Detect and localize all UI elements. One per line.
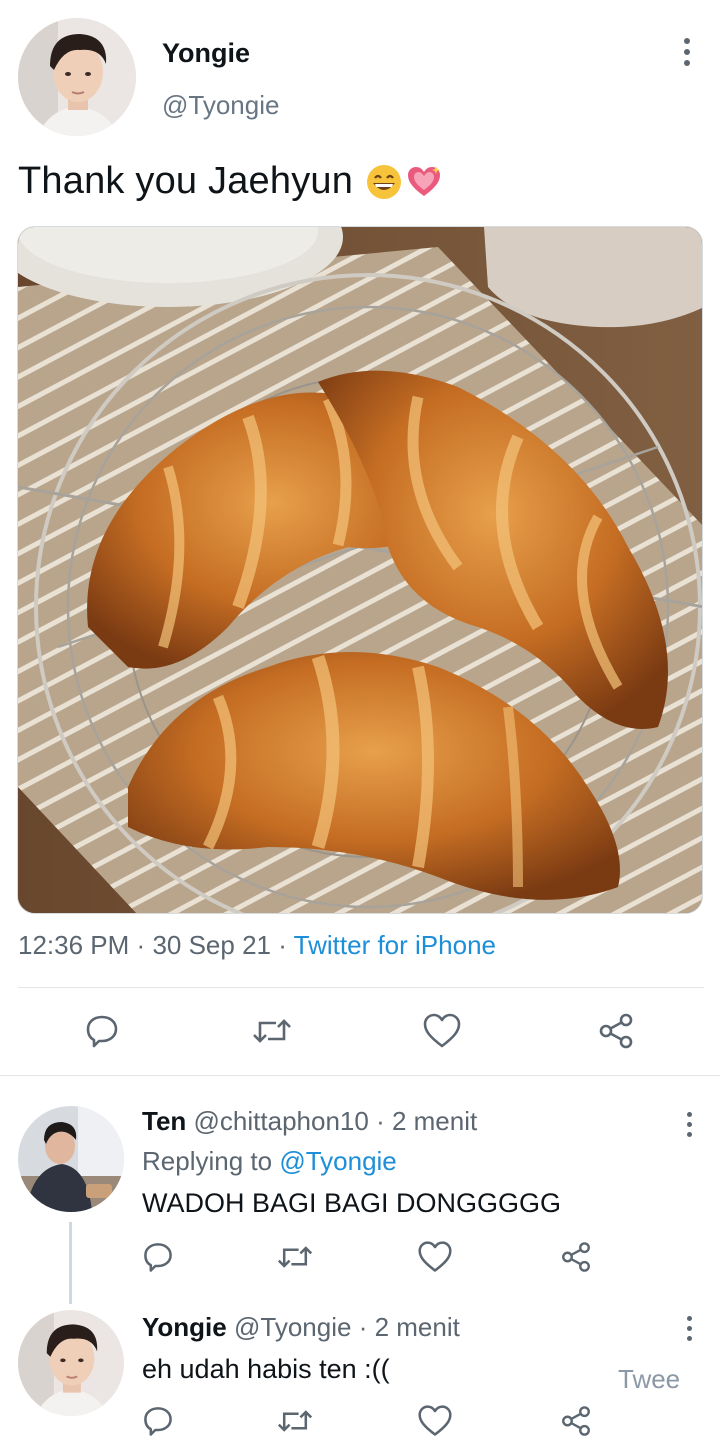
replying-to-mention[interactable]: @Tyongie bbox=[279, 1146, 396, 1176]
tweet-body: Thank you Jaehyun bbox=[18, 160, 354, 202]
author-handle[interactable]: @Tyongie bbox=[162, 90, 279, 121]
reply-author-name[interactable]: Yongie bbox=[142, 1312, 227, 1342]
more-options-icon[interactable] bbox=[674, 1104, 704, 1144]
reply-avatar-ten[interactable] bbox=[18, 1106, 124, 1212]
reply-text: eh udah habis ten :(( bbox=[142, 1354, 390, 1384]
reply-separator: · bbox=[376, 1106, 385, 1136]
reply-header: Ten @chittaphon10 · 2 menit bbox=[142, 1106, 477, 1137]
reply-author-name[interactable]: Ten bbox=[142, 1106, 186, 1136]
tweet-metadata: 12:36 PM · 30 Sep 21 · Twitter for iPhon… bbox=[18, 930, 496, 961]
reply-icon[interactable] bbox=[77, 1006, 127, 1056]
sparkling-heart-icon bbox=[408, 165, 441, 196]
share-icon[interactable] bbox=[591, 1006, 641, 1056]
author-avatar[interactable] bbox=[18, 18, 136, 136]
replying-to-label: Replying to bbox=[142, 1146, 273, 1176]
meta-separator: · bbox=[136, 930, 146, 960]
retweet-icon[interactable] bbox=[270, 1232, 320, 1282]
retweet-icon[interactable] bbox=[270, 1396, 320, 1446]
tweet-image[interactable] bbox=[17, 226, 703, 914]
replying-to: Replying to @Tyongie bbox=[142, 1146, 397, 1177]
reply-author-handle[interactable]: @chittaphon10 bbox=[194, 1106, 369, 1136]
like-icon[interactable] bbox=[417, 1006, 467, 1056]
reply-icon[interactable] bbox=[133, 1232, 183, 1282]
more-options-icon[interactable] bbox=[672, 32, 702, 72]
thread-line bbox=[69, 1222, 72, 1304]
author-name[interactable]: Yongie bbox=[162, 38, 250, 69]
share-icon[interactable] bbox=[551, 1396, 601, 1446]
more-options-icon[interactable] bbox=[674, 1308, 704, 1348]
divider bbox=[18, 987, 704, 988]
reply-header: Yongie @Tyongie · 2 menit bbox=[142, 1312, 460, 1343]
retweet-icon[interactable] bbox=[247, 1006, 297, 1056]
reply-avatar-yongie[interactable] bbox=[18, 1310, 124, 1416]
reply-icon[interactable] bbox=[133, 1396, 183, 1446]
reply-author-handle[interactable]: @Tyongie bbox=[234, 1312, 351, 1342]
tweet-time: 12:36 PM bbox=[18, 930, 130, 960]
tweet-detail-page: Yongie @Tyongie Thank you Jaehyun 12:36 … bbox=[0, 0, 720, 1456]
share-icon[interactable] bbox=[551, 1232, 601, 1282]
like-icon[interactable] bbox=[410, 1232, 460, 1282]
truncated-tweet-button[interactable]: Twee bbox=[618, 1364, 680, 1395]
meta-separator: · bbox=[278, 930, 287, 960]
reply-time: 2 menit bbox=[391, 1106, 478, 1136]
tweet-source-link[interactable]: Twitter for iPhone bbox=[294, 930, 496, 960]
reply-separator: · bbox=[358, 1312, 368, 1342]
reply-text: WADOH BAGI BAGI DONGGGGG bbox=[142, 1188, 562, 1218]
like-icon[interactable] bbox=[410, 1396, 460, 1446]
tweet-text: Thank you Jaehyun bbox=[18, 160, 443, 203]
tweet-date: 30 Sep 21 bbox=[152, 930, 271, 960]
divider bbox=[0, 1075, 720, 1076]
grinning-face-icon bbox=[367, 164, 402, 199]
reply-time: 2 menit bbox=[374, 1312, 460, 1342]
